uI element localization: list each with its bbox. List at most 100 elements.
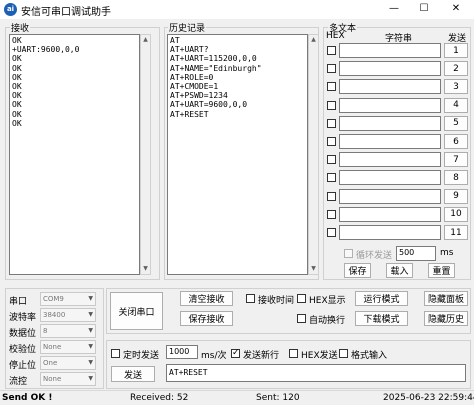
- minimize-icon[interactable]: —: [383, 1, 405, 17]
- multitext-string-input[interactable]: [339, 170, 441, 186]
- format-input-checkbox[interactable]: [339, 349, 348, 358]
- parity-label: 校验位: [9, 345, 37, 355]
- sent-count: Sent: 120: [256, 393, 300, 403]
- hide-history-button[interactable]: 隐藏历史: [424, 311, 468, 326]
- multitext-send-button[interactable]: 5: [444, 115, 468, 131]
- receive-textarea[interactable]: OK +UART:9600,0,0 OK OK OK OK OK OK OK OK: [9, 34, 140, 275]
- history-entry[interactable]: AT+NAME="Edinburgh": [170, 64, 305, 73]
- parity-select[interactable]: None ▼: [40, 340, 96, 354]
- stopbits-select[interactable]: One ▼: [40, 356, 96, 370]
- history-entry[interactable]: AT+CMODE=1: [170, 82, 305, 91]
- receive-line: OK: [12, 54, 22, 64]
- scroll-down-icon[interactable]: ▼: [141, 264, 150, 274]
- history-entry[interactable]: AT+ROLE=0: [170, 73, 305, 82]
- history-entry[interactable]: AT+UART=9600,0,0: [170, 100, 305, 109]
- send-newline-checkbox[interactable]: [231, 348, 240, 358]
- send-button[interactable]: 发送: [111, 366, 155, 382]
- chevron-down-icon: ▼: [88, 343, 93, 350]
- multitext-hex-checkbox[interactable]: [327, 64, 336, 74]
- multitext-string-input[interactable]: [339, 188, 441, 204]
- history-entry[interactable]: AT+PSWD=1234: [170, 91, 305, 100]
- receive-label: 接收: [10, 21, 31, 34]
- multitext-send-button[interactable]: 4: [444, 97, 468, 113]
- chevron-down-icon: ▼: [88, 295, 93, 302]
- port-label: 串口: [9, 297, 28, 307]
- download-mode-button[interactable]: 下载模式: [355, 311, 408, 326]
- multitext-string-input[interactable]: [339, 225, 441, 240]
- multitext-send-button[interactable]: 1: [444, 43, 468, 58]
- databits-select[interactable]: 8 ▼: [40, 324, 96, 338]
- receive-scrollbar[interactable]: ▲ ▼: [140, 34, 151, 275]
- datetime: 2025-06-23 22:59:44: [383, 393, 474, 403]
- history-entry[interactable]: AT+UART=115200,0,0: [170, 54, 305, 63]
- multitext-string-input[interactable]: [339, 152, 441, 168]
- scroll-up-icon[interactable]: ▲: [309, 35, 318, 45]
- send-input-value: AT+RESET: [169, 368, 208, 377]
- timed-send-checkbox[interactable]: [111, 349, 120, 358]
- clear-receive-button[interactable]: 清空接收: [180, 291, 233, 306]
- receive-line: OK: [12, 36, 22, 45]
- port-select[interactable]: COM9 ▼: [40, 292, 96, 306]
- received-count: Received: 52: [130, 393, 189, 403]
- scroll-up-icon[interactable]: ▲: [141, 35, 150, 45]
- hex-display-checkbox[interactable]: [297, 294, 306, 303]
- multitext-string-input[interactable]: [339, 43, 441, 58]
- reset-multitext-button[interactable]: 重置: [428, 263, 455, 278]
- baud-value: 38400: [43, 311, 66, 319]
- multitext-send-button[interactable]: 9: [444, 188, 468, 204]
- multitext-send-button[interactable]: 3: [444, 79, 468, 95]
- multitext-hex-checkbox[interactable]: [327, 118, 336, 128]
- multitext-string-input[interactable]: [339, 115, 441, 131]
- history-entry[interactable]: AT: [170, 36, 305, 45]
- send-input[interactable]: AT+RESET: [166, 364, 466, 382]
- close-icon[interactable]: ✕: [445, 1, 467, 17]
- close-port-button[interactable]: 关闭串口: [110, 292, 163, 330]
- multitext-hex-checkbox[interactable]: [327, 228, 336, 237]
- multitext-send-button[interactable]: 2: [444, 61, 468, 77]
- hex-send-label: HEX发送: [301, 351, 338, 361]
- multitext-string-input[interactable]: [339, 134, 441, 149]
- multitext-send-button[interactable]: 8: [444, 170, 468, 186]
- load-multitext-button[interactable]: 载入: [386, 263, 413, 278]
- multitext-hex-checkbox[interactable]: [327, 173, 336, 183]
- send-interval-input[interactable]: 1000: [166, 345, 198, 359]
- stopbits-value: One: [43, 359, 58, 367]
- flow-select[interactable]: None ▼: [40, 372, 96, 386]
- multitext-hex-checkbox[interactable]: [327, 100, 336, 110]
- multitext-string-input[interactable]: [339, 206, 441, 222]
- history-list[interactable]: AT AT+UART? AT+UART=115200,0,0 AT+NAME="Edi…: [167, 34, 308, 275]
- multitext-hex-checkbox[interactable]: [327, 82, 336, 92]
- history-scrollbar[interactable]: ▲ ▼: [308, 34, 319, 275]
- receive-line: OK: [12, 72, 22, 82]
- multitext-hex-checkbox[interactable]: [327, 155, 336, 165]
- scroll-down-icon[interactable]: ▼: [309, 264, 318, 274]
- send-newline-label: 发送新行: [243, 351, 280, 361]
- history-entry[interactable]: AT+RESET: [170, 110, 305, 119]
- auto-wrap-checkbox[interactable]: [297, 314, 306, 323]
- multitext-hex-checkbox[interactable]: [327, 191, 336, 201]
- multitext-send-button[interactable]: 6: [444, 134, 468, 149]
- loop-interval-input[interactable]: 500: [396, 246, 436, 261]
- baud-select[interactable]: 38400 ▼: [40, 308, 96, 322]
- history-entry[interactable]: AT+UART?: [170, 45, 305, 54]
- save-receive-button[interactable]: 保存接收: [180, 311, 233, 326]
- hex-send-checkbox[interactable]: [289, 349, 298, 358]
- save-multitext-button[interactable]: 保存: [344, 263, 371, 278]
- loop-send-checkbox[interactable]: [344, 249, 353, 258]
- multitext-hex-checkbox[interactable]: [327, 46, 336, 55]
- multitext-hex-checkbox[interactable]: [327, 209, 336, 219]
- receive-time-checkbox[interactable]: [246, 294, 255, 303]
- window-title: 安信可串口调试助手: [21, 7, 111, 18]
- multitext-string-input[interactable]: [339, 97, 441, 113]
- maximize-icon[interactable]: ☐: [413, 1, 435, 17]
- chevron-down-icon: ▼: [88, 327, 93, 334]
- multitext-send-button[interactable]: 11: [444, 225, 468, 240]
- hide-panel-button[interactable]: 隐藏面板: [424, 291, 468, 306]
- run-mode-button[interactable]: 运行模式: [355, 291, 408, 306]
- multitext-hex-checkbox[interactable]: [327, 137, 336, 146]
- send-interval-value: 1000: [169, 347, 190, 356]
- multitext-string-input[interactable]: [339, 61, 441, 77]
- multitext-string-input[interactable]: [339, 79, 441, 95]
- multitext-send-button[interactable]: 7: [444, 152, 468, 168]
- multitext-send-button[interactable]: 10: [444, 206, 468, 222]
